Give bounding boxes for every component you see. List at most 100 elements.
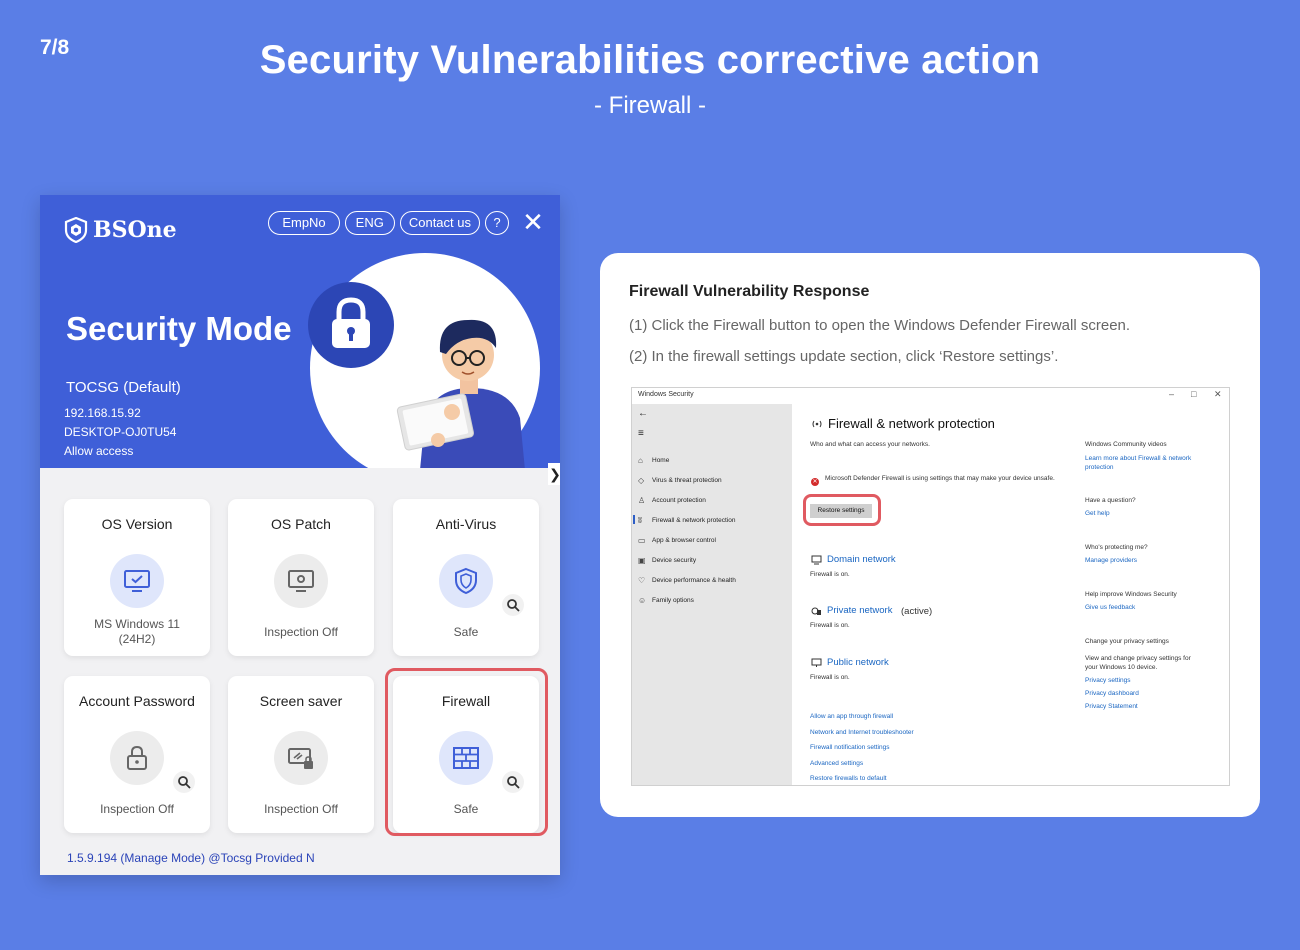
screen-lock-icon [288,748,313,769]
windows-security-window: Windows Security – □ ✕ ← ≡ ⌂ Home ◇ Virus … [631,387,1230,786]
contact-us-button[interactable]: Contact us [399,211,480,235]
videos-title: Windows Community videos [1085,441,1167,448]
domain-network-link[interactable]: Domain network [827,554,896,565]
card-status: Inspection Off [264,625,338,639]
card-title: Screen saver [259,693,343,709]
notification-settings-link[interactable]: Firewall notification settings [810,744,889,751]
slide-title: Security Vulnerabilities corrective acti… [259,38,1041,82]
card-title: Anti-Virus [435,516,497,532]
improve-title: Help improve Windows Security [1085,591,1177,598]
public-network-status: Firewall is on. [810,674,850,681]
logo-text: BSOne [93,217,177,243]
nav-family-options[interactable]: ☺ Family options [638,596,694,605]
firewall-highlight-box [385,668,548,836]
manage-providers-link[interactable]: Manage providers [1085,557,1137,564]
slide-subtitle: - Firewall - [594,92,706,119]
privacy-settings-link[interactable]: Privacy settings [1085,677,1131,684]
card-title: OS Version [101,516,173,532]
monitor-check-icon [124,570,150,592]
privacy-dashboard-link[interactable]: Privacy dashboard [1085,690,1139,697]
firewall-heading: Firewall & network protection [828,416,995,431]
step-2-text: (2) In the firewall settings update sect… [629,348,1059,365]
nav-home[interactable]: ⌂ Home [638,456,669,465]
account-password-card[interactable]: Account Password Inspection Off [64,676,210,833]
nav-virus-threat[interactable]: ◇ Virus & threat protection [638,476,722,485]
error-icon: ✕ [811,478,819,486]
magnifier-icon [507,599,520,612]
nav-account-protection[interactable]: ♙ Account protection [638,496,706,505]
anti-virus-card[interactable]: Anti-Virus Safe [393,499,539,656]
language-button[interactable]: ENG [344,211,395,235]
screen-saver-card[interactable]: Screen saver Inspection Off [228,676,374,833]
os-patch-card[interactable]: OS Patch Inspection Off [228,499,374,656]
shield-icon [455,567,477,595]
nav-label: Firewall & network protection [652,517,736,524]
firewall-heading-sub: Who and what can access your networks. [810,441,930,448]
shield-logo-icon [64,217,88,243]
window-title: Windows Security [638,391,694,398]
card-icon-circle [274,731,328,785]
advanced-settings-link[interactable]: Advanced settings [810,760,863,767]
magnifier-icon [178,776,191,789]
public-network-link[interactable]: Public network [827,657,889,668]
restore-defaults-link[interactable]: Restore firewalls to default [810,775,887,782]
get-help-link[interactable]: Get help [1085,510,1110,517]
response-title: Firewall Vulnerability Response [629,283,870,300]
menu-button[interactable]: ≡ [638,428,644,439]
card-status: Inspection Off [264,802,338,816]
wifi-antenna-icon [812,420,822,428]
card-icon-circle [110,731,164,785]
lock-icon [127,745,147,770]
active-indicator [633,515,635,524]
antenna-icon: ʬ [638,516,642,525]
card-title: OS Patch [271,516,331,532]
nav-firewall[interactable]: ʬ Firewall & network protection [638,516,735,525]
allow-app-link[interactable]: Allow an app through firewall [810,713,893,720]
help-button[interactable]: ? [485,211,509,235]
expand-panel-arrow[interactable]: ❯ [548,463,560,485]
inspect-button[interactable] [502,594,524,616]
step-1-text: (1) Click the Firewall button to open th… [629,317,1131,334]
domain-network-icon [811,555,822,565]
nav-sidebar: ← ≡ ⌂ Home ◇ Virus & threat protection ♙ Ac… [632,404,792,785]
private-network-link[interactable]: Private network [827,605,892,616]
os-version-card[interactable]: OS Version MS Windows 11 (24H2) [64,499,210,656]
close-button[interactable]: ✕ [520,209,546,235]
heart-icon: ♡ [638,576,646,585]
privacy-text: View and change privacy settings for you… [1085,655,1191,671]
version-footer: 1.5.9.194 (Manage Mode) @Tocsg Provided … [67,851,315,865]
private-network-icon [811,607,821,615]
lock-badge [308,282,394,368]
domain-network-status: Firewall is on. [810,571,850,578]
maximize-button[interactable]: □ [1191,389,1196,399]
browser-icon: ▭ [638,536,646,545]
protecting-title: Who's protecting me? [1085,544,1148,551]
nav-device-performance[interactable]: ♡ Device performance & health [638,576,736,585]
nav-label: Virus & threat protection [652,477,722,484]
troubleshooter-link[interactable]: Network and Internet troubleshooter [810,729,914,736]
nav-label: Home [652,457,670,464]
person-icon: ♙ [638,496,646,505]
inspect-button[interactable] [173,771,195,793]
monitor-gear-icon [288,570,314,592]
hostname: DESKTOP-OJ0TU54 [64,425,177,439]
profile-name: TOCSG (Default) [66,379,181,396]
card-status: Safe [453,625,479,639]
minimize-button[interactable]: – [1169,389,1174,399]
app-header: BSOne EmpNo ENG Contact us ? ✕ Security … [40,195,560,468]
privacy-statement-link[interactable]: Privacy Statement [1085,703,1138,710]
back-button[interactable]: ← [638,408,648,419]
restore-highlight-ring [803,494,881,526]
videos-link[interactable]: Learn more about Firewall & network prot… [1085,454,1210,472]
window-close-button[interactable]: ✕ [1214,389,1222,400]
card-icon-circle [439,554,493,608]
nav-label: App & browser control [652,537,716,544]
nav-device-security[interactable]: ▣ Device security [638,556,696,565]
empno-button[interactable]: EmpNo [268,211,340,235]
nav-app-browser[interactable]: ▭ App & browser control [638,536,716,545]
card-status: Inspection Off [100,802,174,816]
nav-label: Family options [652,597,694,604]
security-mode-title: Security Mode [66,310,292,347]
feedback-link[interactable]: Give us feedback [1085,604,1135,611]
nav-label: Device security [652,557,697,564]
